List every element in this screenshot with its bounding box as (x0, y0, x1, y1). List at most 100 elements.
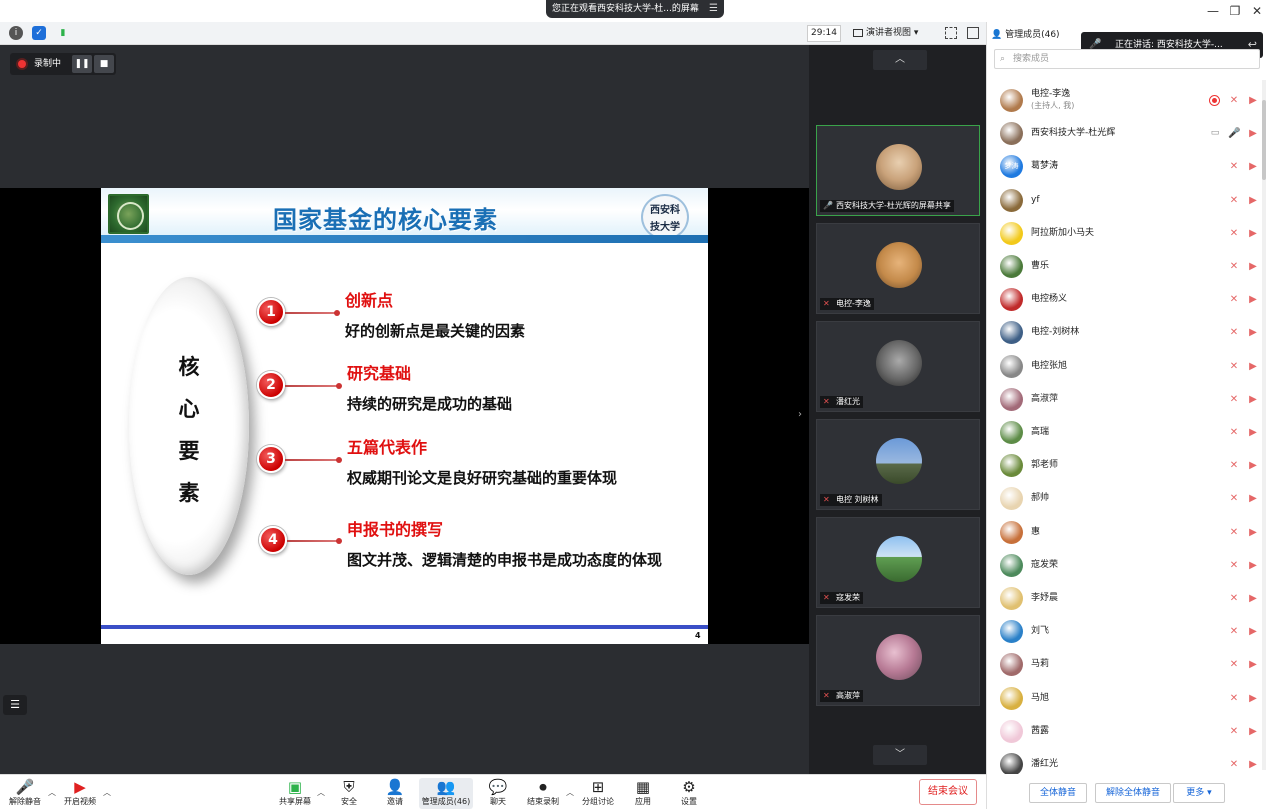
video-options-chevron-icon[interactable]: ︿ (103, 787, 111, 798)
member-row[interactable]: 电控张旭 ✕ ▶ (987, 350, 1268, 383)
stop-recording-button[interactable]: ■ (94, 55, 114, 73)
video-tile[interactable]: ✕ 潘红光 (816, 321, 980, 412)
camera-off-icon[interactable]: ▶ (1246, 393, 1260, 406)
video-tile[interactable]: ✕ 电控-李逸 (816, 223, 980, 314)
member-row[interactable]: 郭老师 ✕ ▶ (987, 449, 1268, 482)
video-tile[interactable]: ✕ 电控 刘树林 (816, 419, 980, 510)
mic-muted-icon[interactable]: ✕ (1228, 492, 1240, 505)
mic-muted-icon[interactable]: ✕ (1228, 592, 1240, 605)
member-row[interactable]: 马莉 ✕ ▶ (987, 648, 1268, 681)
mic-muted-icon[interactable]: ✕ (1228, 393, 1240, 406)
breakout-button[interactable]: ⊞ 分组讨论 (576, 778, 620, 809)
shield-icon[interactable]: ✓ (32, 26, 46, 40)
member-row[interactable]: 高淑萍 ✕ ▶ (987, 383, 1268, 416)
gallery-down-arrow-icon[interactable]: ﹀ (873, 745, 927, 765)
end-meeting-button[interactable]: 结束会议 (919, 779, 977, 805)
camera-off-icon[interactable]: ▶ (1246, 758, 1260, 771)
mic-muted-icon[interactable]: ✕ (1228, 725, 1240, 738)
collapse-gallery-icon[interactable]: › (798, 400, 808, 430)
invite-button[interactable]: 👤 邀请 (373, 778, 417, 809)
mic-muted-icon[interactable]: ✕ (1228, 293, 1240, 306)
mic-muted-icon[interactable]: ✕ (1228, 559, 1240, 572)
gallery-up-arrow-icon[interactable]: ︿ (873, 50, 927, 70)
end-recording-button[interactable]: ⏺ 结束录制 (521, 778, 565, 809)
member-row[interactable]: 阿拉斯加小马夫 ✕ ▶ (987, 217, 1268, 250)
minimize-icon[interactable]: — (1202, 2, 1224, 20)
member-list-scrollbar[interactable] (1262, 80, 1266, 770)
camera-off-icon[interactable]: ▶ (1246, 227, 1260, 240)
unmute-button[interactable]: 🎤 解除静音 (3, 778, 47, 809)
restore-icon[interactable]: ❐ (1224, 2, 1246, 20)
member-row[interactable]: 电控-李逸 (主持人, 我) ✕ ▶ (987, 84, 1268, 117)
member-row[interactable]: 西安科技大学-杜光辉 ▭ 🎤 ▶ (987, 117, 1268, 150)
camera-off-icon[interactable]: ▶ (1246, 127, 1260, 140)
pause-recording-button[interactable]: ❚❚ (72, 55, 92, 73)
microphone-icon[interactable]: 🎤 (1228, 127, 1240, 140)
fullscreen-icon[interactable] (945, 27, 957, 39)
audio-options-chevron-icon[interactable]: ︿ (48, 787, 56, 798)
camera-off-icon[interactable]: ▶ (1246, 94, 1260, 107)
member-row[interactable]: 郝帅 ✕ ▶ (987, 482, 1268, 515)
mic-muted-icon[interactable]: ✕ (1228, 94, 1240, 107)
mic-muted-icon[interactable]: ✕ (1228, 625, 1240, 638)
member-row[interactable]: 惠 ✕ ▶ (987, 516, 1268, 549)
list-icon[interactable]: ☰ (3, 695, 27, 715)
share-screen-button[interactable]: ▣ 共享屏幕 (273, 778, 317, 809)
camera-off-icon[interactable]: ▶ (1246, 492, 1260, 505)
camera-off-icon[interactable]: ▶ (1246, 559, 1260, 572)
camera-off-icon[interactable]: ▶ (1246, 160, 1260, 173)
member-row[interactable]: 寇发荣 ✕ ▶ (987, 549, 1268, 582)
mic-muted-icon[interactable]: ✕ (1228, 194, 1240, 207)
member-row[interactable]: 茜露 ✕ ▶ (987, 715, 1268, 748)
info-icon[interactable]: i (9, 26, 23, 40)
record-options-chevron-icon[interactable]: ︿ (566, 787, 574, 798)
mic-muted-icon[interactable]: ✕ (1228, 160, 1240, 173)
camera-off-icon[interactable]: ▶ (1246, 692, 1260, 705)
share-options-chevron-icon[interactable]: ︿ (317, 787, 325, 798)
member-row[interactable]: 高瑞 ✕ ▶ (987, 416, 1268, 449)
camera-off-icon[interactable]: ▶ (1246, 592, 1260, 605)
apps-button[interactable]: ▦ 应用 (621, 778, 665, 809)
member-search-input[interactable]: ⌕ 搜索成员 (994, 49, 1260, 69)
manage-members-button[interactable]: 👥 管理成员(46) (419, 778, 473, 809)
share-banner[interactable]: 您正在观看西安科技大学-杜...的屏幕 ☰ (546, 0, 724, 18)
settings-button[interactable]: ⚙ 设置 (667, 778, 711, 809)
mic-muted-icon[interactable]: ✕ (1228, 426, 1240, 439)
member-row[interactable]: 梦涛 葛梦涛 ✕ ▶ (987, 150, 1268, 183)
camera-off-icon[interactable]: ▶ (1246, 459, 1260, 472)
unmute-all-button[interactable]: 解除全体静音 (1095, 783, 1171, 803)
mic-muted-icon[interactable]: ✕ (1228, 658, 1240, 671)
mic-muted-icon[interactable]: ✕ (1228, 526, 1240, 539)
member-row[interactable]: yf ✕ ▶ (987, 184, 1268, 217)
camera-off-icon[interactable]: ▶ (1246, 625, 1260, 638)
camera-off-icon[interactable]: ▶ (1246, 526, 1260, 539)
mic-muted-icon[interactable]: ✕ (1228, 227, 1240, 240)
camera-off-icon[interactable]: ▶ (1246, 260, 1260, 273)
more-button[interactable]: 更多 ▾ (1173, 783, 1225, 803)
mic-muted-icon[interactable]: ✕ (1228, 758, 1240, 771)
mic-muted-icon[interactable]: ✕ (1228, 326, 1240, 339)
video-tile[interactable]: 🎤 西安科技大学-杜光辉的屏幕共享 (816, 125, 980, 216)
mic-muted-icon[interactable]: ✕ (1228, 360, 1240, 373)
camera-off-icon[interactable]: ▶ (1246, 194, 1260, 207)
member-row[interactable]: 电控杨义 ✕ ▶ (987, 283, 1268, 316)
member-row[interactable]: 刘飞 ✕ ▶ (987, 615, 1268, 648)
mic-muted-icon[interactable]: ✕ (1228, 459, 1240, 472)
camera-off-icon[interactable]: ▶ (1246, 326, 1260, 339)
video-tile[interactable]: ✕ 高淑萍 (816, 615, 980, 706)
start-video-button[interactable]: ▶ 开启视频 (58, 778, 102, 809)
camera-off-icon[interactable]: ▶ (1246, 658, 1260, 671)
mic-muted-icon[interactable]: ✕ (1228, 260, 1240, 273)
camera-off-icon[interactable]: ▶ (1246, 725, 1260, 738)
member-row[interactable]: 马旭 ✕ ▶ (987, 682, 1268, 715)
camera-off-icon[interactable]: ▶ (1246, 360, 1260, 373)
mute-all-button[interactable]: 全体静音 (1029, 783, 1087, 803)
menu-icon[interactable]: ☰ (709, 0, 718, 18)
video-tile[interactable]: ✕ 寇发荣 (816, 517, 980, 608)
camera-off-icon[interactable]: ▶ (1246, 426, 1260, 439)
member-row[interactable]: 曹乐 ✕ ▶ (987, 250, 1268, 283)
security-button[interactable]: ⛨ 安全 (327, 778, 371, 809)
view-mode-dropdown[interactable]: 演讲者视图 ▾ (853, 25, 933, 42)
member-row[interactable]: 电控-刘树林 ✕ ▶ (987, 316, 1268, 349)
member-row[interactable]: 李妤晨 ✕ ▶ (987, 582, 1268, 615)
